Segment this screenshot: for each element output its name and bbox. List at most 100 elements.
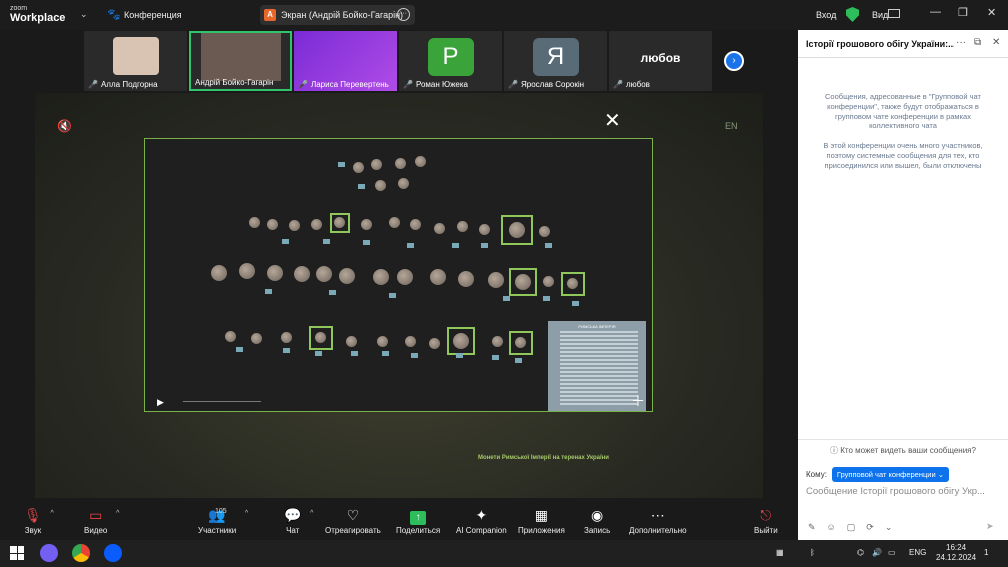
more-button[interactable]: ⋯ Дополнительно — [629, 506, 687, 535]
audio-button[interactable]: 🎙 Звук ^ — [24, 506, 54, 535]
volume-icon[interactable]: 🔊 — [872, 548, 882, 557]
chat-header: Історії грошового обігу України:... ··· … — [798, 30, 1008, 58]
react-label: Отреагировать — [325, 526, 381, 535]
legend-line — [560, 375, 638, 377]
chat-title[interactable]: Історії грошового обігу України:... — [806, 39, 954, 49]
legend-line — [560, 355, 638, 357]
participant-name: Лариса Перевертень — [310, 80, 389, 89]
minimize-icon[interactable]: — — [930, 6, 941, 18]
play-icon[interactable]: ▶ — [157, 397, 164, 408]
apps-button[interactable]: ▦ Приложения — [518, 506, 565, 535]
chevron-down-icon[interactable]: ⌄ — [80, 9, 88, 20]
coin — [361, 219, 372, 230]
meeting-label[interactable]: Конференция — [124, 10, 182, 20]
view-button[interactable]: Вид — [872, 10, 888, 20]
message-input[interactable]: Сообщение Історії грошового обігу Укр... — [806, 486, 1002, 497]
participant-count: 105 — [215, 508, 227, 515]
participant-photo — [112, 37, 159, 75]
chat-button[interactable]: 💬 Чат ^ — [284, 506, 313, 535]
coin-label — [572, 301, 579, 306]
coin — [281, 332, 292, 343]
close-viewer-icon[interactable]: ✕ — [604, 111, 621, 131]
coin-label — [351, 351, 358, 356]
clock-time: 16:24 — [946, 543, 967, 552]
coin — [395, 158, 406, 169]
coin — [488, 272, 504, 288]
send-icon[interactable]: ➤ — [986, 521, 994, 532]
zoom-taskbar-icon[interactable] — [104, 544, 122, 562]
react-button[interactable]: ♡ Отреагировать — [325, 506, 381, 535]
coin — [311, 219, 322, 230]
format-icon[interactable]: ✎ — [808, 522, 816, 533]
leave-button[interactable]: ⎋ Выйти — [754, 506, 778, 535]
coin — [346, 336, 357, 347]
sparkle-icon: ✦ — [475, 507, 488, 523]
language-indicator[interactable]: ENG — [909, 548, 926, 557]
popout-icon[interactable]: ⧉ — [974, 37, 981, 48]
close-chat-icon[interactable]: ✕ — [992, 37, 1000, 48]
title-bar: zoom Workplace ⌄ 🐾 Конференция A Экран (… — [0, 0, 1008, 30]
ai-companion-button[interactable]: ✦ AI Companion — [456, 506, 507, 535]
chat-label: Чат — [286, 526, 300, 535]
bluetooth-icon[interactable]: ᛒ — [810, 548, 815, 557]
participants-button[interactable]: 👥 105 Участники ^ — [198, 506, 248, 535]
mic-off-icon: 🎤 — [613, 80, 623, 89]
video-label: Видео — [84, 526, 108, 535]
legend-line — [560, 395, 638, 397]
tray-apps-icon[interactable]: ▦ — [776, 548, 784, 557]
participant-tile[interactable]: 🎤 Алла Подгорна — [84, 31, 187, 91]
zoom-in-icon[interactable]: ＋ — [631, 391, 645, 411]
chrome-icon[interactable] — [72, 544, 90, 562]
participant-tile-active[interactable]: Андрій Бойко-Гагарін — [189, 31, 292, 91]
share-button[interactable]: ↑ Поделиться — [396, 506, 440, 535]
legend-title: РИМСЬКА ІМПЕРІЯ — [578, 324, 616, 329]
mic-off-icon: 🎤 — [508, 80, 518, 89]
battery-icon[interactable]: ▭ — [888, 548, 896, 557]
file-icon[interactable]: ▢ — [847, 522, 856, 533]
who-can-see-link[interactable]: ⓘ Кто может видеть ваши сообщения? — [798, 439, 1008, 456]
view-grid-icon[interactable] — [888, 9, 900, 18]
participant-name-row: 🎤 Ярослав Сорокін — [508, 80, 584, 89]
coin — [509, 222, 525, 238]
legend-line — [560, 351, 638, 353]
enter-button[interactable]: Вход — [816, 10, 836, 20]
coin — [211, 265, 227, 281]
video-button[interactable]: ▭ Видео ^ — [84, 506, 119, 535]
coin — [479, 224, 490, 235]
caret-up-icon[interactable]: ^ — [50, 510, 53, 517]
screen-share-pill[interactable]: A Экран (Андрій Бойко-Гагарін) ··· — [260, 5, 415, 25]
video-progress-bar[interactable] — [183, 401, 261, 402]
participant-tile[interactable]: Р 🎤 Роман Южека — [399, 31, 502, 91]
restore-icon[interactable]: ❐ — [958, 6, 968, 19]
coin — [315, 332, 326, 343]
close-window-icon[interactable]: ✕ — [987, 6, 996, 19]
coin — [458, 271, 474, 287]
participants-label: Участники — [198, 526, 237, 535]
security-shield-icon[interactable] — [846, 7, 859, 22]
participant-tile[interactable]: любов 🎤 любов — [609, 31, 712, 91]
network-icon[interactable]: ⌬ — [857, 548, 864, 557]
chevron-down-icon[interactable]: ⌄ — [885, 522, 893, 533]
caret-up-icon[interactable]: ^ — [245, 510, 248, 517]
screenshot-icon[interactable]: ⟳ — [866, 522, 874, 533]
share-screen-icon: ↑ — [396, 506, 440, 525]
chat-more-icon[interactable]: ··· — [956, 37, 966, 48]
participant-tile[interactable]: Я 🎤 Ярослав Сорокін — [504, 31, 607, 91]
clock[interactable]: 16:24 24.12.2024 — [936, 543, 976, 563]
viber-icon[interactable] — [40, 544, 58, 562]
more-options-icon[interactable]: ··· — [397, 8, 410, 21]
next-page-arrow-icon[interactable]: › — [724, 51, 744, 71]
legend-line — [560, 363, 638, 365]
caret-up-icon[interactable]: ^ — [310, 510, 313, 517]
coin — [353, 162, 364, 173]
caret-up-icon[interactable]: ^ — [116, 510, 119, 517]
mute-icon: 🔇 — [57, 119, 72, 133]
coin-label — [265, 289, 272, 294]
emoji-icon[interactable]: ☺ — [827, 522, 836, 533]
windows-start-icon[interactable] — [10, 546, 24, 560]
record-button[interactable]: ◉ Запись — [584, 506, 610, 535]
legend-line — [560, 387, 638, 389]
participant-tile[interactable]: 🎤 Лариса Перевертень — [294, 31, 397, 91]
notification-badge[interactable]: 1 — [984, 548, 988, 557]
recipient-dropdown[interactable]: Групповой чат конференции ⌄ — [831, 467, 950, 482]
